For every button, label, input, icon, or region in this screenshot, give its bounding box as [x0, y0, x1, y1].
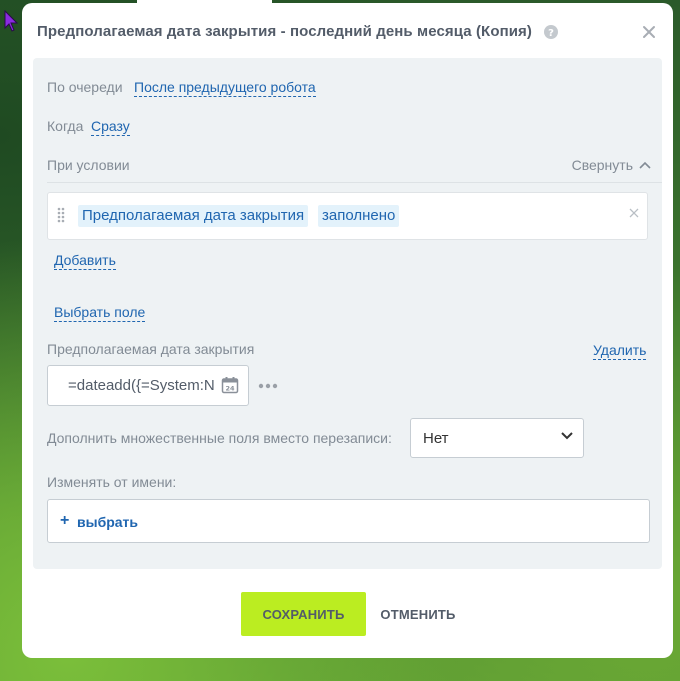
- settings-panel: По очереди После предыдущего робота Когд…: [33, 58, 662, 569]
- more-options-icon[interactable]: [258, 383, 278, 389]
- chevron-up-icon: [639, 161, 651, 169]
- save-button[interactable]: Сохранить: [241, 592, 366, 636]
- collapse-label: Свернуть: [571, 157, 633, 173]
- close-icon[interactable]: [641, 24, 657, 40]
- queue-value-link[interactable]: После предыдущего робота: [134, 79, 316, 97]
- queue-label: По очереди: [47, 79, 123, 95]
- mouse-cursor-icon: [4, 10, 18, 32]
- when-value-link[interactable]: Сразу: [91, 118, 130, 136]
- append-multiple-value: Нет: [423, 430, 449, 447]
- append-multiple-select[interactable]: Нет: [410, 418, 584, 458]
- chevron-down-icon: [561, 432, 573, 440]
- dialog-title: Предполагаемая дата закрытия - последний…: [37, 23, 533, 41]
- choose-user-field[interactable]: + выбрать: [47, 499, 650, 543]
- condition-field-chip[interactable]: Предполагаемая дата закрытия: [78, 205, 309, 227]
- help-icon[interactable]: ?: [544, 24, 559, 39]
- robot-settings-dialog: Предполагаемая дата закрытия - последний…: [22, 3, 673, 658]
- cancel-button[interactable]: Отменить: [373, 592, 463, 636]
- condition-row: Предполагаемая дата закрытия заполнено: [47, 192, 648, 240]
- svg-text:?: ?: [549, 28, 555, 39]
- when-label: Когда: [47, 118, 84, 134]
- dialog-header: Предполагаемая дата закрытия - последний…: [37, 23, 661, 45]
- field-value-input[interactable]: =dateadd({=System:N 24: [47, 365, 249, 406]
- svg-text:24: 24: [225, 385, 235, 393]
- collapse-button[interactable]: Свернуть: [572, 157, 651, 173]
- choose-field-link[interactable]: Выбрать поле: [54, 304, 146, 322]
- divider: [47, 182, 662, 183]
- remove-condition-icon[interactable]: [629, 208, 639, 218]
- modified-by-label: Изменять от имени:: [47, 474, 177, 490]
- condition-operator-chip[interactable]: заполнено: [318, 205, 400, 227]
- append-multiple-label: Дополнить множественные поля вместо пере…: [47, 430, 392, 446]
- choose-user-label: выбрать: [77, 514, 139, 530]
- field-value-text: =dateadd({=System:N: [68, 377, 215, 394]
- condition-label: При условии: [47, 157, 130, 173]
- calendar-icon[interactable]: 24: [221, 376, 239, 394]
- plus-icon: +: [60, 512, 70, 529]
- drag-handle-icon[interactable]: [57, 207, 65, 223]
- field-label: Предполагаемая дата закрытия: [47, 341, 255, 357]
- add-condition-link[interactable]: Добавить: [54, 252, 116, 270]
- delete-field-link[interactable]: Удалить: [593, 342, 647, 360]
